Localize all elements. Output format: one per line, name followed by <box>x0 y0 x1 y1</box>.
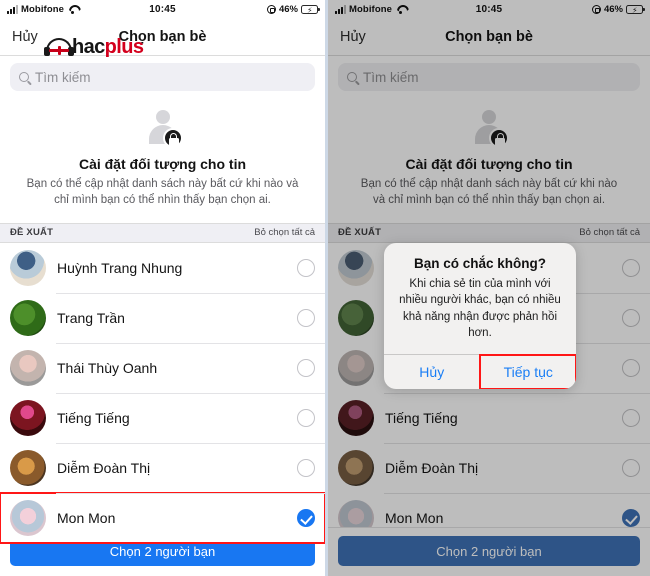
avatar <box>10 299 46 336</box>
friend-row[interactable]: Diễm Đoàn Thị <box>328 442 650 493</box>
friend-name: Huỳnh Trang Nhung <box>57 259 183 276</box>
avatar <box>338 399 374 436</box>
friend-list-left: Huỳnh Trang Nhung Trang Trần Thái Thùy Oan… <box>0 242 325 544</box>
avatar <box>338 249 374 286</box>
phone-screen-right: Mobifone 10:45 46% ⚡ Hủy Chọn bạn bè Tìm… <box>325 0 650 576</box>
avatar <box>10 399 46 436</box>
friend-name: Mon Mon <box>385 509 444 526</box>
battery-charging-icon: ⚡ <box>301 4 320 15</box>
friend-checkbox[interactable] <box>297 408 315 427</box>
avatar <box>10 249 46 286</box>
suggestions-section-header: ĐỀ XUẤT Bỏ chọn tất cả <box>328 222 650 243</box>
friend-row[interactable]: Tiếng Tiếng <box>328 392 650 443</box>
friend-name: Tiếng Tiếng <box>385 409 458 426</box>
audience-lock-icon <box>141 110 185 150</box>
nav-bar: Hủy Chọn bạn bè <box>0 18 325 56</box>
friend-row[interactable]: Tiếng Tiếng <box>0 392 325 443</box>
friend-checkbox[interactable] <box>622 308 640 327</box>
friend-checkbox-checked[interactable] <box>297 508 315 527</box>
friend-checkbox[interactable] <box>297 308 315 327</box>
privacy-hero: Cài đặt đối tượng cho tin Bạn có thể cập… <box>0 98 325 223</box>
status-bar: Mobifone 10:45 46% ⚡ <box>328 0 650 18</box>
battery-charging-icon: ⚡ <box>626 4 645 15</box>
select-friends-button[interactable]: Chọn 2 người bạn <box>338 536 640 566</box>
battery-percent-label: 46% <box>278 3 298 15</box>
friend-checkbox[interactable] <box>622 258 640 277</box>
friend-checkbox[interactable] <box>297 258 315 277</box>
confirm-dialog-actions: Hủy Tiếp tục <box>384 354 576 390</box>
search-icon <box>347 72 357 82</box>
nav-bar: Hủy Chọn bạn bè <box>328 18 650 56</box>
avatar <box>338 449 374 486</box>
friend-name: Diễm Đoàn Thị <box>57 459 151 476</box>
dialog-cancel-button[interactable]: Hủy <box>384 355 480 389</box>
confirm-dialog-title: Bạn có chắc không? <box>413 256 547 271</box>
suggestions-section-header: ĐỀ XUẤT Bỏ chọn tất cả <box>0 222 325 243</box>
phone-screen-left: Mobifone 10:45 46% ⚡ Hủy Chọn bạn bè hac… <box>0 0 325 576</box>
friend-checkbox[interactable] <box>297 358 315 377</box>
friend-row[interactable]: Mon Mon <box>0 491 325 544</box>
hero-title: Cài đặt đối tượng cho tin <box>78 156 247 172</box>
status-bar-right: 46% ⚡ <box>591 3 645 15</box>
page-title: Chọn bạn bè <box>445 28 533 45</box>
confirm-dialog-message: Khi chia sẻ tin của mình với nhiều người… <box>399 278 561 339</box>
search-input[interactable]: Tìm kiếm <box>10 63 315 91</box>
avatar <box>10 449 46 486</box>
avatar <box>338 349 374 386</box>
friend-checkbox-checked[interactable] <box>622 508 640 527</box>
friend-name: Trang Trần <box>57 309 125 326</box>
deselect-all-button[interactable]: Bỏ chọn tất cả <box>254 227 315 238</box>
rotation-lock-icon <box>266 4 276 14</box>
section-title: ĐỀ XUẤT <box>10 227 54 239</box>
confirm-dialog: Bạn có chắc không? Khi chia sẻ tin của m… <box>384 243 576 390</box>
friend-name: Thái Thùy Oanh <box>57 359 158 376</box>
search-placeholder: Tìm kiếm <box>35 69 91 85</box>
search-container: Tìm kiếm <box>0 56 325 98</box>
hero-subtitle: Bạn có thể cập nhật danh sách này bất cứ… <box>26 178 299 207</box>
friend-checkbox[interactable] <box>297 458 315 477</box>
search-placeholder: Tìm kiếm <box>363 69 419 85</box>
avatar <box>10 499 46 536</box>
battery-percent-label: 46% <box>603 3 623 15</box>
friend-checkbox[interactable] <box>622 358 640 377</box>
status-bar-right: 46% ⚡ <box>266 3 320 15</box>
lock-icon <box>489 128 509 148</box>
hero-title: Cài đặt đối tượng cho tin <box>405 156 573 172</box>
confirm-dialog-body: Bạn có chắc không? Khi chia sẻ tin của m… <box>384 243 576 354</box>
friend-name: Mon Mon <box>57 509 116 526</box>
privacy-hero: Cài đặt đối tượng cho tin Bạn có thể cập… <box>328 98 650 223</box>
friend-row[interactable]: Thái Thùy Oanh <box>0 342 325 393</box>
friend-row[interactable]: Trang Trần <box>0 292 325 343</box>
deselect-all-button[interactable]: Bỏ chọn tất cả <box>579 227 640 238</box>
search-input[interactable]: Tìm kiếm <box>338 63 640 91</box>
avatar <box>10 349 46 386</box>
dialog-continue-button[interactable]: Tiếp tục <box>478 354 576 390</box>
rotation-lock-icon <box>591 4 601 14</box>
cta-container: Chọn 2 người bạn <box>328 527 650 576</box>
hero-subtitle: Bạn có thể cập nhật danh sách này bất cứ… <box>360 178 618 207</box>
avatar <box>338 299 374 336</box>
friend-row[interactable]: Huỳnh Trang Nhung <box>0 242 325 293</box>
search-icon <box>19 72 29 82</box>
status-bar: Mobifone 10:45 46% ⚡ <box>0 0 325 18</box>
friend-checkbox[interactable] <box>622 458 640 477</box>
friend-checkbox[interactable] <box>622 408 640 427</box>
friend-name: Tiếng Tiếng <box>57 409 130 426</box>
two-phone-screenshot-comparison: Mobifone 10:45 46% ⚡ Hủy Chọn bạn bè hac… <box>0 0 650 576</box>
search-container: Tìm kiếm <box>328 56 650 98</box>
section-title: ĐỀ XUẤT <box>338 227 382 239</box>
lock-icon <box>162 128 183 148</box>
friend-name: Diễm Đoàn Thị <box>385 459 479 476</box>
friend-row[interactable]: Diễm Đoàn Thị <box>0 442 325 493</box>
page-title: Chọn bạn bè <box>118 28 207 45</box>
audience-lock-icon <box>467 110 511 150</box>
